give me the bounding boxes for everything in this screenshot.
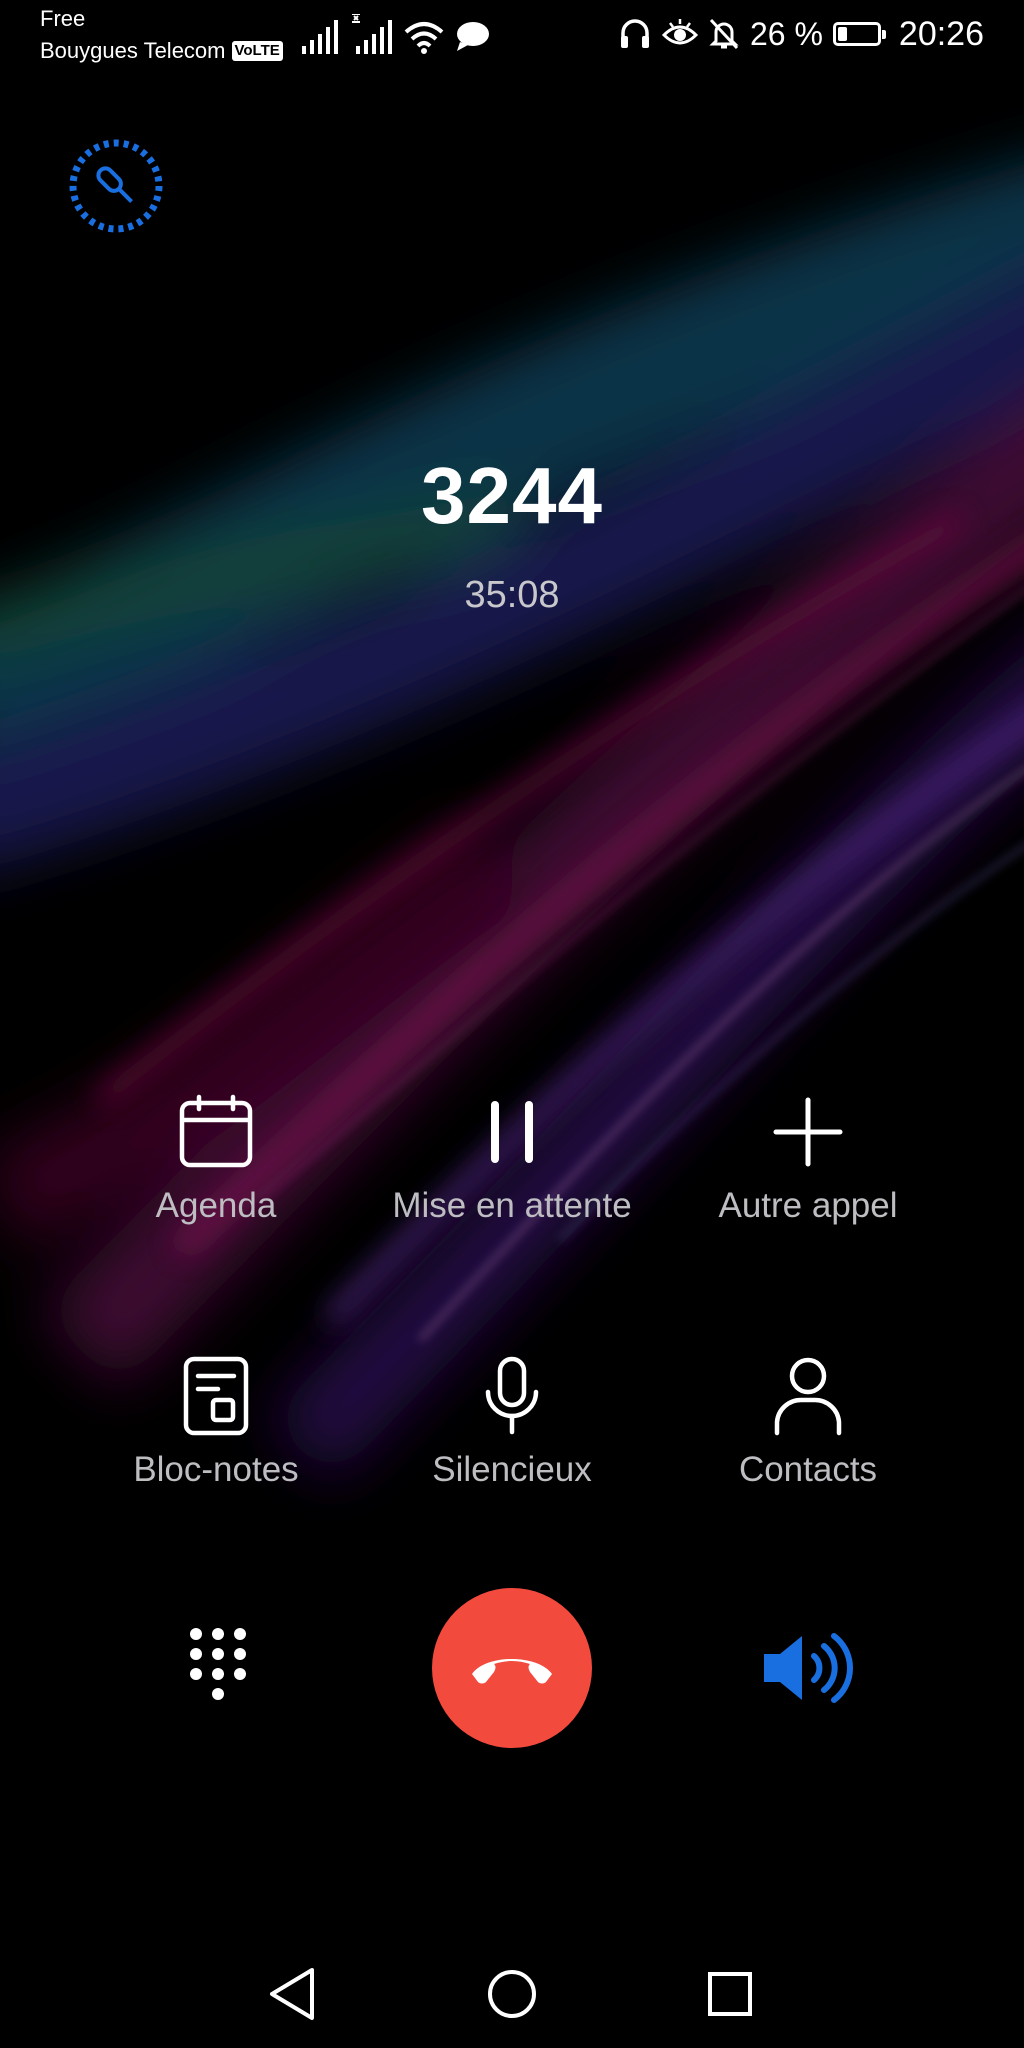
- eye-icon: [661, 19, 698, 45]
- add-call-label: Autre appel: [718, 1186, 898, 1225]
- caller-number: 3244: [421, 451, 603, 540]
- message-icon: [457, 22, 489, 51]
- contact-person-icon: [774, 1357, 842, 1436]
- call-duration: 35:08: [464, 574, 560, 616]
- wifi-icon: [404, 22, 444, 54]
- notepad-button[interactable]: Bloc-notes: [66, 1356, 366, 1490]
- speaker-button[interactable]: [760, 1628, 854, 1708]
- recents-square-icon: [708, 1972, 752, 2016]
- end-call-button[interactable]: [432, 1588, 592, 1748]
- hold-call-button[interactable]: Mise en attente: [362, 1092, 662, 1226]
- agenda-label: Agenda: [155, 1186, 277, 1225]
- navigation-bar: [0, 1940, 1024, 2040]
- speaker-icon: [764, 1633, 853, 1703]
- network-icons: [300, 14, 490, 54]
- carrier-primary: Free: [40, 6, 86, 31]
- clock-time: 20:26: [898, 14, 984, 53]
- back-triangle-icon: [270, 1968, 314, 2020]
- notepad-icon: [183, 1356, 249, 1436]
- calendar-icon: [179, 1094, 253, 1168]
- hang-up-icon: [472, 1659, 552, 1684]
- mute-label: Silencieux: [432, 1450, 592, 1489]
- battery-icon: [832, 22, 886, 46]
- hold-call-label: Mise en attente: [392, 1186, 632, 1225]
- agenda-button[interactable]: Agenda: [66, 1092, 366, 1226]
- dialpad-button[interactable]: [176, 1624, 260, 1708]
- home-button[interactable]: [482, 1964, 542, 2024]
- battery-percent: 26 %: [749, 15, 823, 52]
- bell-muted-icon: [709, 18, 739, 50]
- carrier-secondary: Bouygues Telecom: [40, 38, 226, 63]
- notepad-label: Bloc-notes: [133, 1450, 299, 1489]
- carrier-secondary-row: Bouygues Telecom VoLTE: [40, 38, 283, 64]
- call-recording-icon: [69, 139, 163, 233]
- battery-level-fill: [837, 27, 847, 41]
- in-call-screen: Free Bouygues Telecom VoLTE 26 % 20:26 3…: [0, 0, 1024, 2048]
- status-bar: Free Bouygues Telecom VoLTE 26 % 20:26: [0, 0, 1024, 70]
- call-recording-button[interactable]: [68, 138, 164, 234]
- back-button[interactable]: [262, 1964, 322, 2024]
- signal-bars-icon: [302, 20, 338, 54]
- add-call-button[interactable]: Autre appel: [658, 1092, 958, 1226]
- recents-button[interactable]: [700, 1964, 760, 2024]
- home-circle-icon: [488, 1970, 536, 2018]
- status-right-group: 26 % 20:26: [618, 10, 984, 58]
- contacts-label: Contacts: [738, 1450, 878, 1489]
- headset-icon: [620, 19, 649, 48]
- microphone-icon: [485, 1356, 539, 1435]
- plus-icon: [773, 1097, 843, 1167]
- dialpad-icon: [190, 1628, 246, 1700]
- contacts-button[interactable]: Contacts: [658, 1356, 958, 1490]
- signal-bars-icon: [352, 14, 392, 54]
- mute-button[interactable]: Silencieux: [362, 1356, 662, 1490]
- volte-badge: VoLTE: [231, 41, 283, 61]
- pause-icon: [491, 1101, 533, 1163]
